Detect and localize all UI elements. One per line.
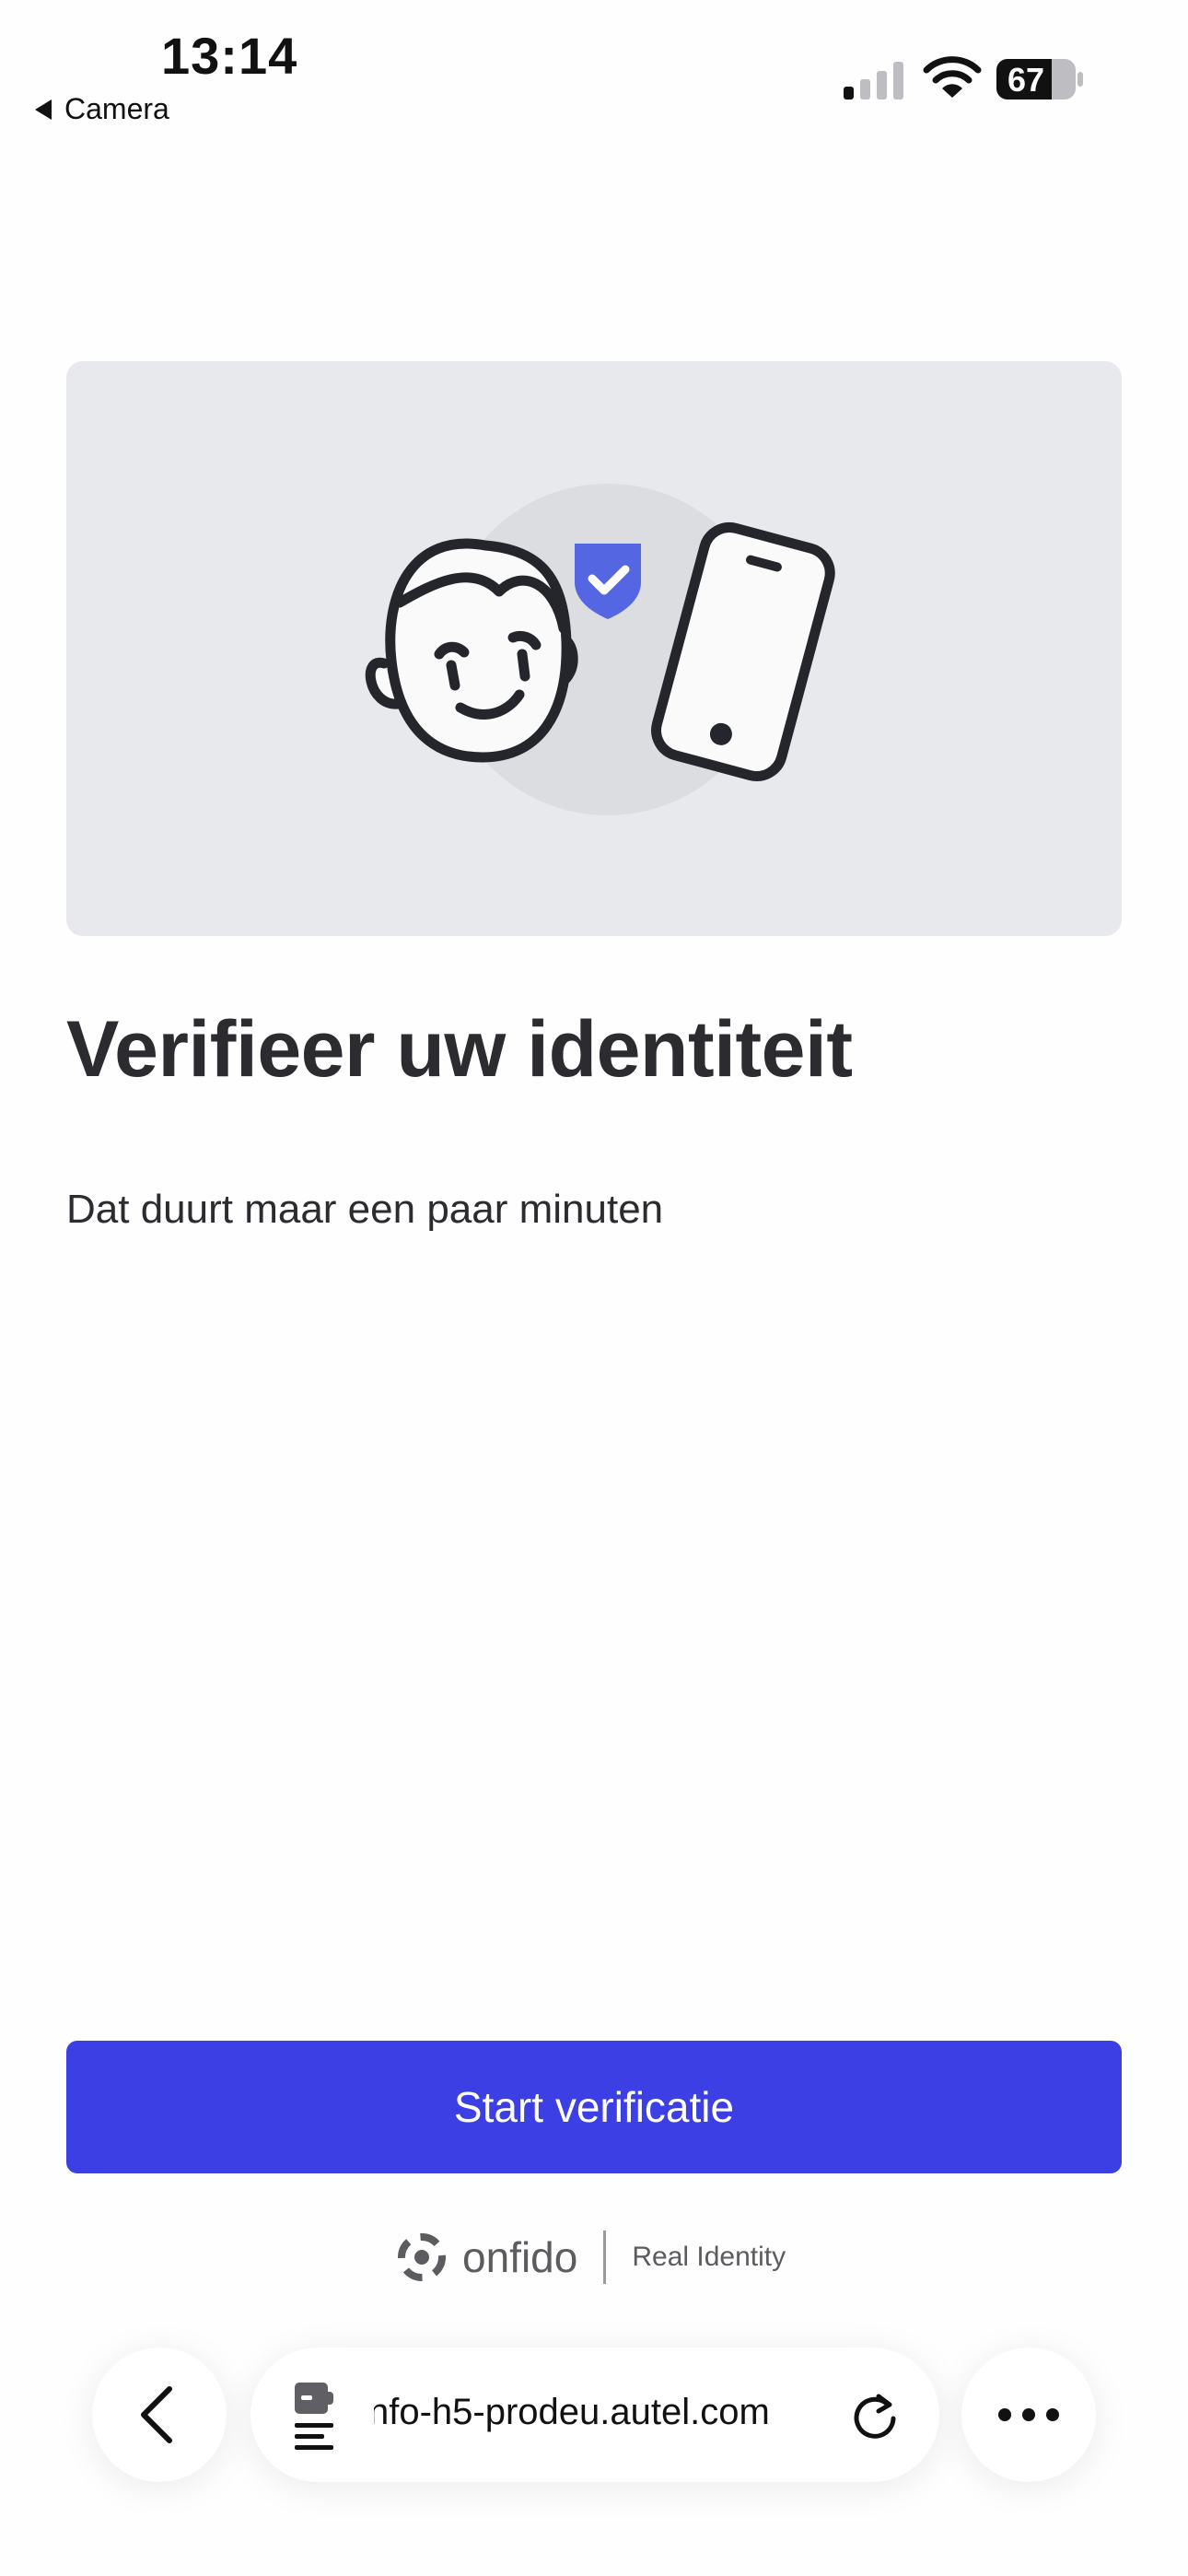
onfido-footer: onfido Real Identity <box>398 2228 786 2287</box>
url-text: nfo-h5-prodeu.autel.com <box>374 2392 770 2432</box>
back-triangle-icon <box>35 99 52 120</box>
more-icon <box>998 2408 1059 2421</box>
browser-back-button[interactable] <box>92 2348 227 2482</box>
reload-icon[interactable] <box>847 2387 903 2442</box>
battery-level: 67 <box>1007 61 1045 99</box>
start-verification-button[interactable]: Start verificatie <box>66 2041 1122 2173</box>
wifi-icon <box>923 56 982 98</box>
face-icon <box>365 538 578 763</box>
status-time: 13:14 <box>161 27 298 85</box>
footer-tagline: Real Identity <box>632 2242 786 2272</box>
page-subtitle: Dat duurt maar een paar minuten <box>66 1187 664 1232</box>
page-menu-icon[interactable] <box>250 2348 379 2482</box>
footer-divider <box>603 2231 607 2284</box>
back-to-app-link[interactable]: Camera <box>35 92 169 126</box>
back-chevron-icon <box>141 2386 172 2443</box>
more-button[interactable] <box>961 2348 1096 2482</box>
onfido-brand: onfido <box>462 2233 578 2281</box>
back-to-app-label: Camera <box>64 92 169 125</box>
onfido-logo-icon <box>398 2233 446 2281</box>
signal-icon <box>844 62 903 100</box>
hero-illustration <box>66 361 1122 936</box>
page-title: Verifieer uw identiteit <box>66 1005 853 1094</box>
url-bar[interactable]: nfo-h5-prodeu.autel.com <box>250 2348 939 2482</box>
battery-icon: 67 <box>996 57 1085 101</box>
